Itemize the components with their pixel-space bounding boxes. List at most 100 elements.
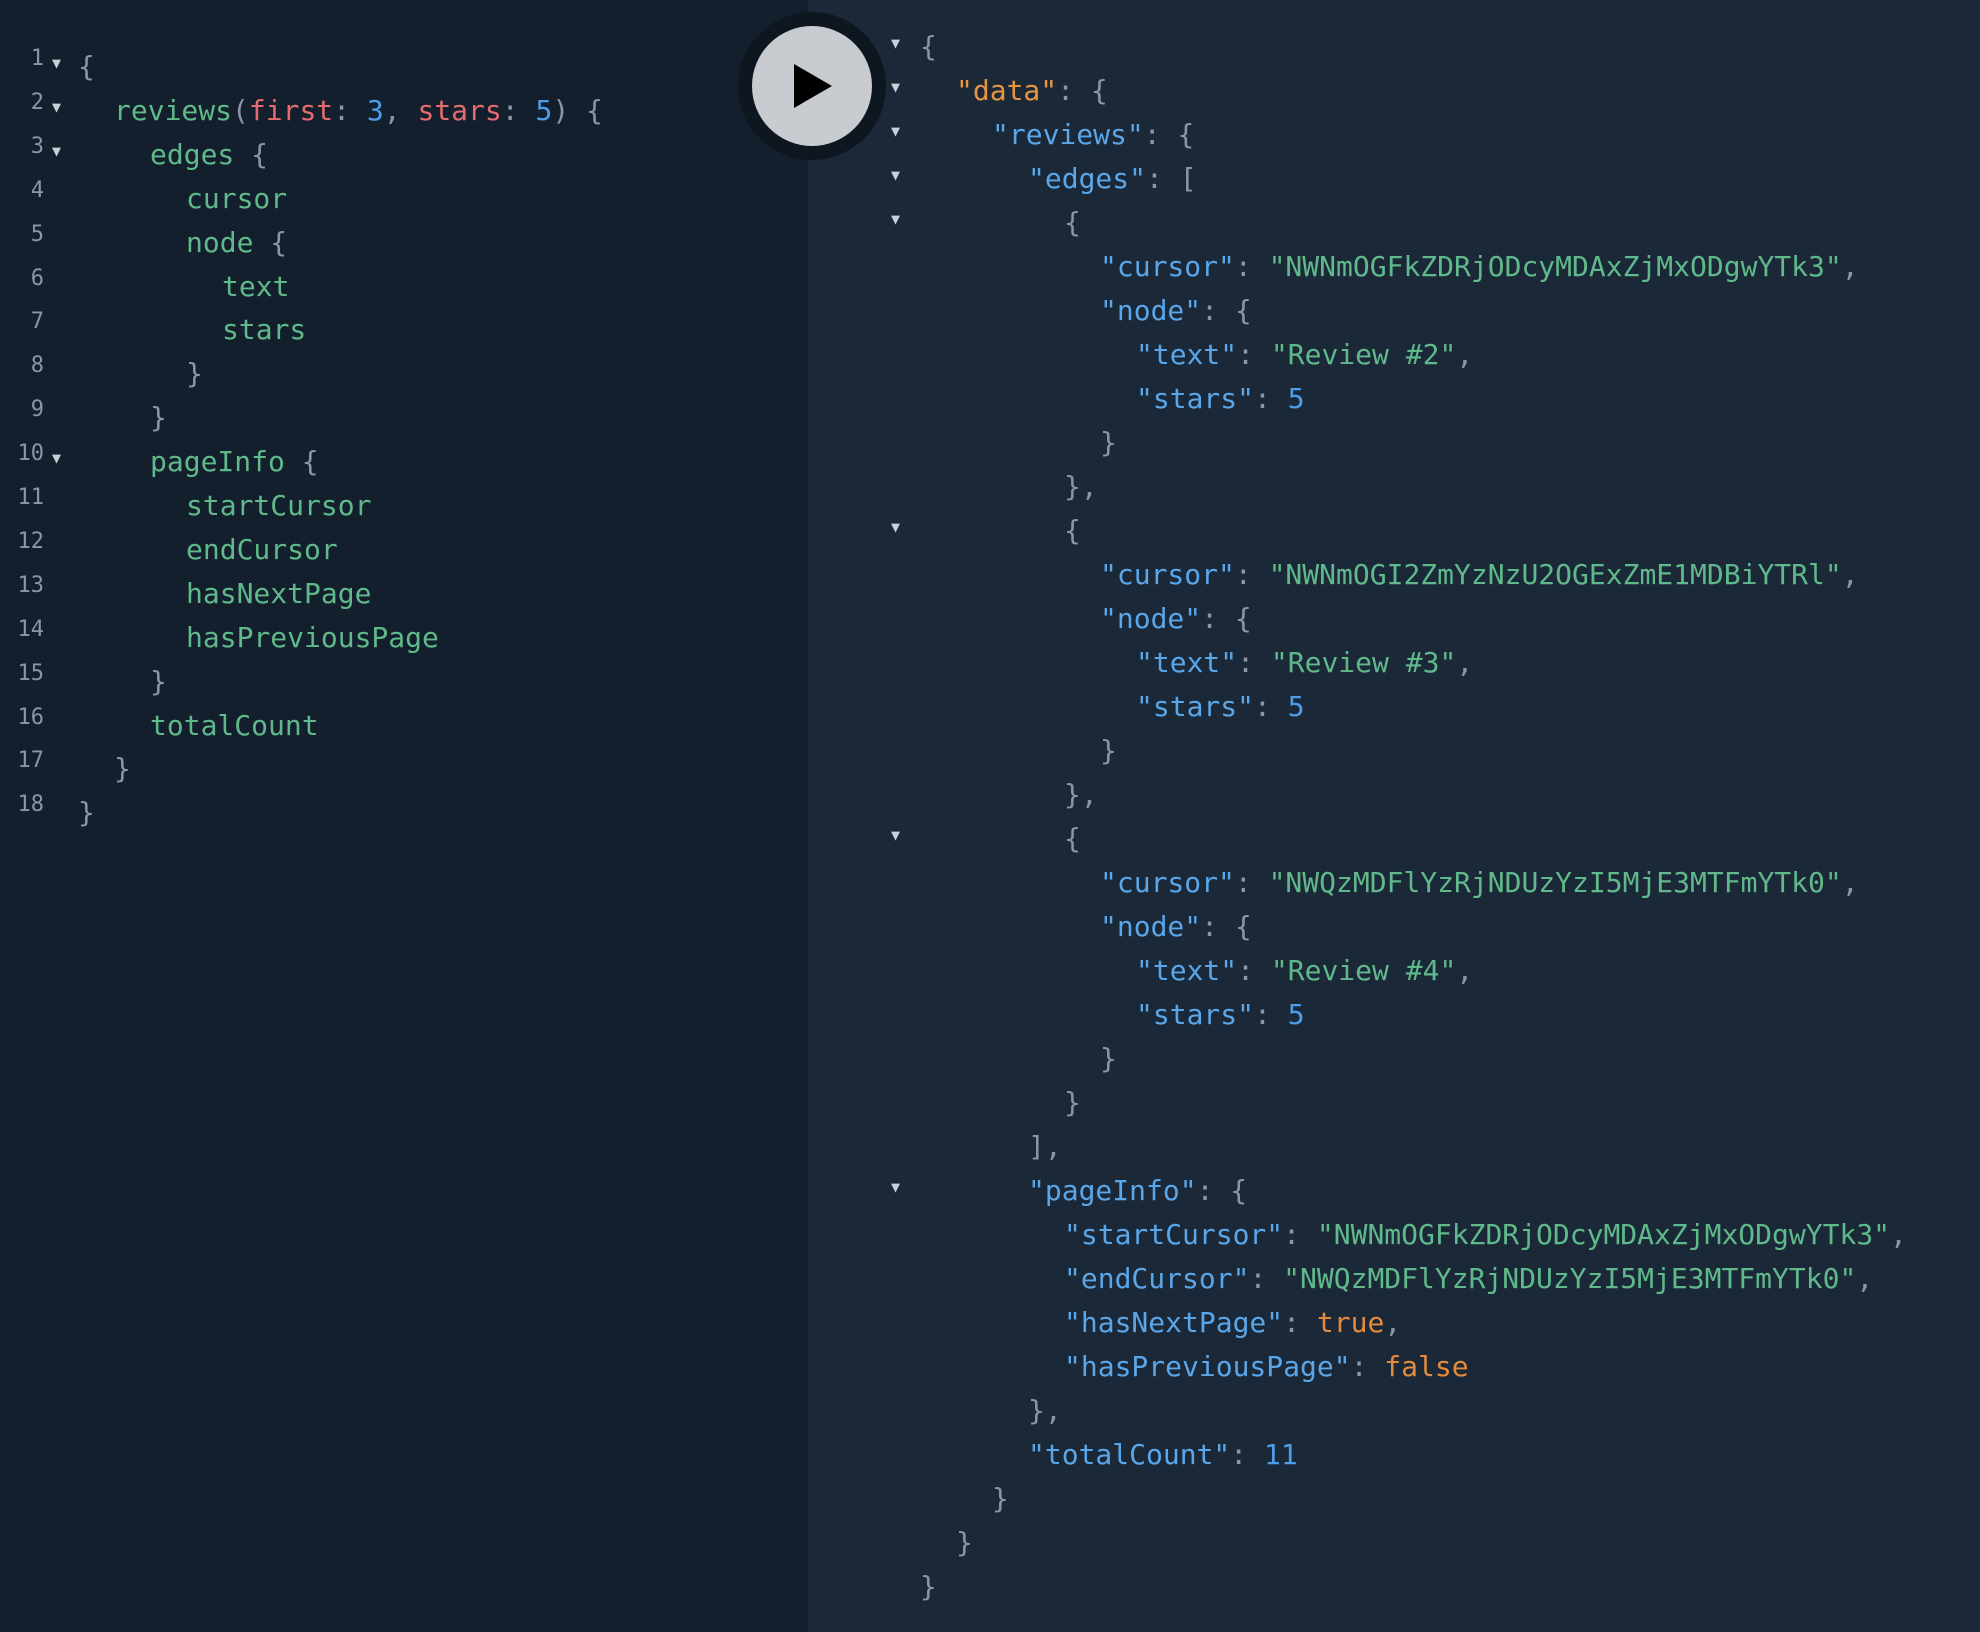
fold-arrow-icon[interactable]: ▼ [891, 821, 900, 849]
result-code: } [1100, 421, 1117, 465]
result-line: "node": { [808, 291, 1980, 335]
token-punct: ], [1028, 1130, 1062, 1163]
token-key: "endCursor" [1064, 1262, 1250, 1295]
token-punct: : { [1201, 602, 1252, 635]
run-button-face[interactable] [752, 26, 872, 146]
token-field: hasNextPage [186, 576, 372, 610]
token-punct: : { [1143, 118, 1195, 151]
fold-arrow-icon[interactable]: ▼ [52, 93, 61, 121]
query-line: 7 stars [0, 308, 808, 352]
result-line: ▼{ [808, 203, 1980, 247]
result-line: "hasNextPage": true, [808, 1303, 1980, 1347]
line-number: 14 [17, 616, 45, 642]
fold-arrow-icon[interactable]: ▼ [891, 117, 900, 145]
fold-arrow-icon[interactable]: ▼ [891, 73, 900, 101]
result-line: } [808, 1479, 1980, 1523]
token-punct: : [1234, 250, 1269, 283]
result-line: "node": { [808, 907, 1980, 951]
token-num: 5 [535, 93, 553, 127]
token-punct: , [1856, 1262, 1874, 1295]
result-line: "totalCount": 11 [808, 1435, 1980, 1479]
token-punct: , [383, 93, 418, 127]
query-code: cursor [186, 177, 287, 221]
token-punct: , [1841, 250, 1859, 283]
token-key: "hasPreviousPage" [1064, 1350, 1351, 1383]
query-line: 8} [0, 352, 808, 396]
token-punct: : [1254, 690, 1288, 723]
result-viewer[interactable]: ▼{▼ "data": {▼ "reviews": {▼ "edges": [▼{"c… [808, 0, 1980, 1632]
query-code: } [150, 396, 167, 440]
result-code: } [1064, 1081, 1081, 1125]
result-code: }, [1064, 465, 1098, 509]
result-code: }, [1064, 773, 1098, 817]
result-code: } [992, 1477, 1009, 1521]
token-punct: } [150, 664, 167, 698]
line-number: 4 [30, 177, 44, 203]
query-line: 18} [0, 791, 808, 835]
token-punct: } [78, 796, 95, 830]
fold-arrow-icon[interactable]: ▼ [891, 161, 900, 189]
result-code: "totalCount": 11 [1028, 1433, 1298, 1477]
result-code: } [956, 1521, 973, 1565]
token-key: "text" [1136, 646, 1238, 679]
token-punct: }, [1064, 470, 1098, 503]
fold-arrow-icon[interactable]: ▼ [52, 49, 61, 77]
fold-arrow-icon[interactable]: ▼ [891, 513, 900, 541]
query-code: stars [222, 308, 306, 352]
run-query-button[interactable] [738, 12, 886, 160]
query-line: 12 endCursor [0, 528, 808, 572]
result-code: } [920, 1565, 937, 1609]
token-punct: } [186, 357, 203, 391]
query-editor[interactable]: 1 ▼{2 ▼ reviews(first: 3, stars: 5) {3 ▼ edge… [0, 0, 808, 1632]
fold-arrow-icon[interactable]: ▼ [891, 205, 900, 233]
token-key: "startCursor" [1064, 1218, 1284, 1251]
token-field: totalCount [150, 708, 319, 742]
query-code: text [222, 265, 289, 309]
token-datakey: "data" [956, 74, 1058, 107]
token-key: "node" [1100, 910, 1202, 943]
result-code: "text": "Review #4", [1136, 949, 1473, 993]
token-punct: : { [1057, 74, 1108, 107]
token-punct: : [ [1146, 162, 1197, 195]
play-icon [794, 64, 832, 108]
token-punct: , [1456, 954, 1474, 987]
token-punct: { [920, 30, 937, 63]
token-field: pageInfo [150, 445, 285, 479]
token-key: "cursor" [1100, 558, 1235, 591]
result-code: "endCursor": "NWQzMDFlYzRjNDUzYzI5MjE3MT… [1064, 1257, 1873, 1301]
token-punct: , [1841, 558, 1859, 591]
query-line: 10 ▼ pageInfo { [0, 440, 808, 484]
token-punct: , [1841, 866, 1859, 899]
token-field: edges [150, 137, 235, 171]
token-field: node [186, 225, 254, 259]
result-line: "text": "Review #4", [808, 951, 1980, 995]
token-punct: : { [1201, 294, 1252, 327]
token-key: "text" [1136, 338, 1238, 371]
token-punct: { [78, 50, 95, 83]
fold-arrow-icon[interactable]: ▼ [891, 29, 900, 57]
line-number: 15 [17, 660, 45, 686]
token-punct: }, [1028, 1394, 1062, 1427]
line-number: 10 [17, 441, 45, 467]
query-line: 15} [0, 660, 808, 704]
token-field: hasPreviousPage [186, 620, 439, 654]
token-num: 11 [1264, 1438, 1298, 1471]
token-field: cursor [186, 181, 288, 215]
fold-arrow-icon[interactable]: ▼ [52, 137, 61, 165]
query-line: 9} [0, 396, 808, 440]
query-line: 14 hasPreviousPage [0, 616, 808, 660]
token-punct: ) { [552, 93, 603, 127]
query-code: hasPreviousPage [186, 616, 439, 660]
token-key: "stars" [1136, 690, 1255, 723]
query-code: totalCount [150, 704, 319, 748]
result-line: } [808, 731, 1980, 775]
result-line: ▼ "reviews": { [808, 115, 1980, 159]
result-code: "hasPreviousPage": false [1064, 1345, 1469, 1389]
fold-arrow-icon[interactable]: ▼ [52, 444, 61, 472]
query-line: 11 startCursor [0, 484, 808, 528]
token-punct: : { [1196, 1174, 1248, 1207]
token-punct: { [1064, 822, 1081, 855]
fold-arrow-icon[interactable]: ▼ [891, 1173, 900, 1201]
line-number: 2 [30, 89, 44, 115]
result-code: "hasNextPage": true, [1064, 1301, 1401, 1345]
